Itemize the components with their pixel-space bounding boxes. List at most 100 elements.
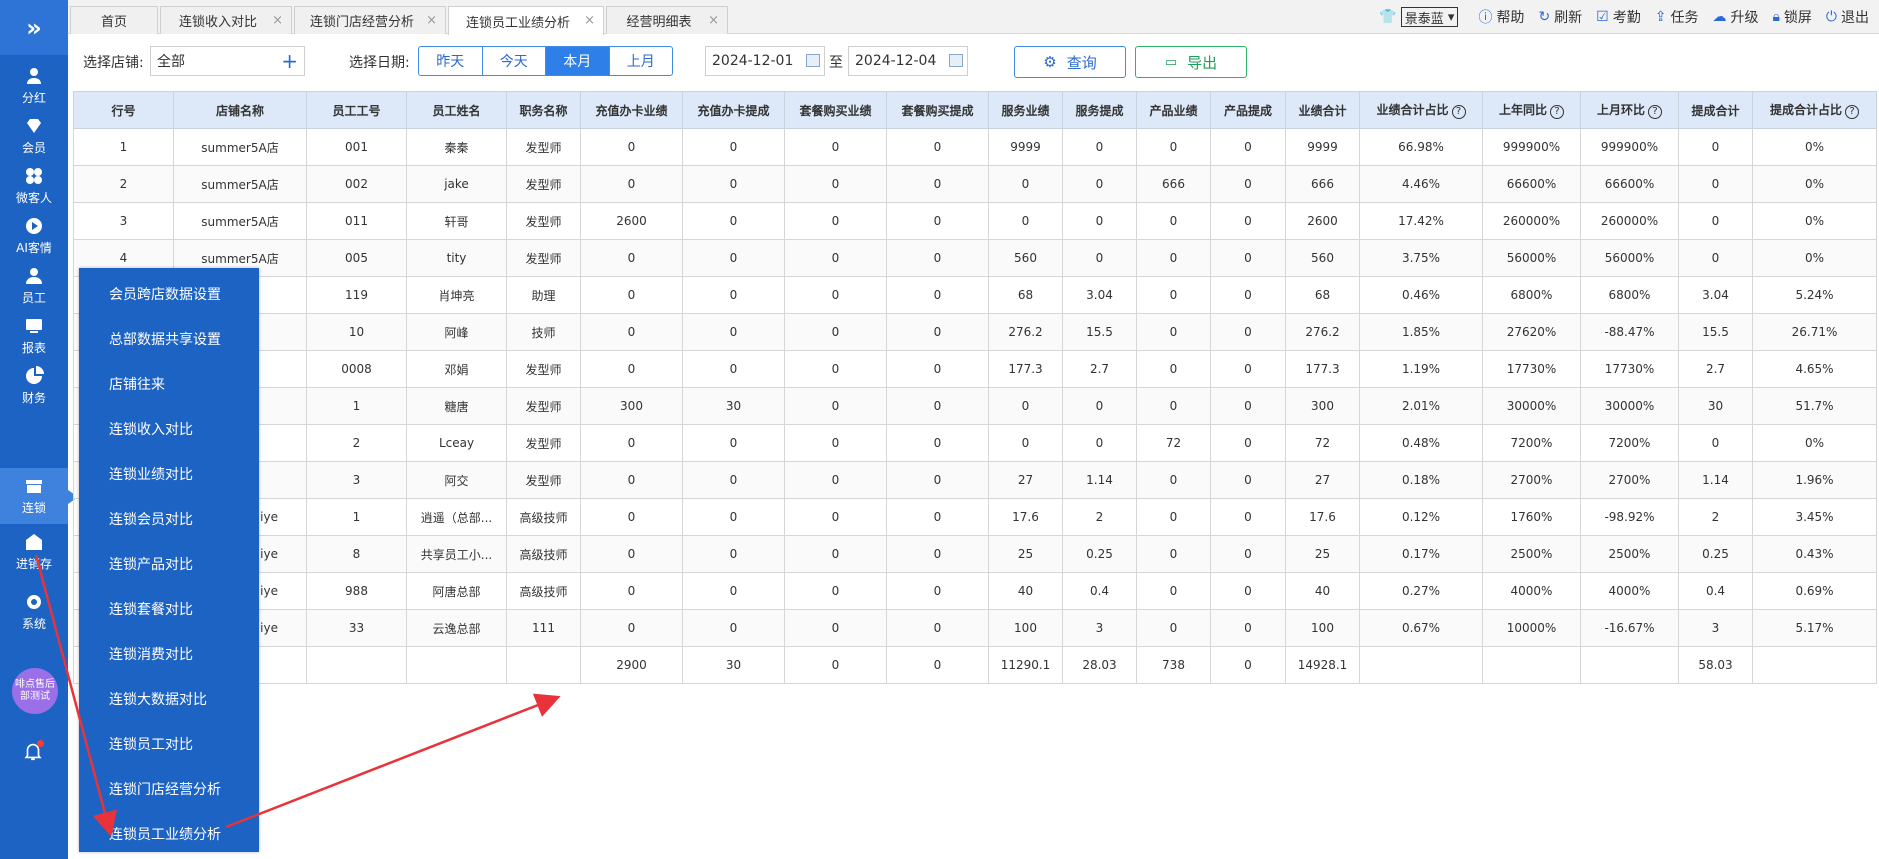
avatar[interactable]: 啡点售后部测试 [12,668,58,714]
start-date-input[interactable]: 2024-12-01 [705,46,825,76]
menu-item[interactable]: 连锁员工业绩分析 [79,811,259,856]
column-header[interactable]: 员工工号 [306,91,407,129]
table-row[interactable]: 2 Lceay 发型师 0 0 0 0 0 0 72 0 72 0.48% 7200% 7200% 0 0% [73,424,1877,462]
table-cell: 0 [1678,128,1753,166]
column-header[interactable]: 职务名称 [506,91,581,129]
column-header[interactable]: 行号 [73,91,174,129]
date-this-month-button[interactable]: 本月 [546,47,610,75]
date-last-month-button[interactable]: 上月 [610,47,673,75]
date-yesterday-button[interactable]: 昨天 [419,47,483,75]
refresh-button[interactable]: ↻ 刷新 [1538,7,1582,27]
column-header[interactable]: 上年同比? [1482,91,1581,129]
task-button[interactable]: ⇪ 任务 [1655,7,1699,27]
help-button[interactable]: ⓘ 帮助 [1478,7,1524,27]
column-header[interactable]: 套餐购买业绩 [784,91,887,129]
table-cell: 0 [1136,498,1211,536]
sidebar-item-4[interactable]: AI客情 [0,208,68,264]
query-button[interactable]: ⚙ 查询 [1014,46,1126,78]
close-icon[interactable]: × [708,13,719,28]
tab-3[interactable]: 连锁门店经营分析 × [294,6,446,34]
sidebar-item-8[interactable]: 连锁 [0,468,78,524]
close-icon[interactable]: × [272,13,283,28]
column-header[interactable]: 服务提成 [1062,91,1137,129]
logout-button[interactable]: ⏻ 退出 [1826,7,1869,27]
table-cell: 0 [886,313,989,351]
table-row[interactable]: 4 summer5A店 005 tity 发型师 0 0 0 0 560 0 0 0 560 3.75% 56… [73,239,1877,277]
column-header[interactable]: 提成合计占比? [1752,91,1877,129]
table-row[interactable]: 0008 邓娟 发型师 0 0 0 0 177.3 2.7 0 0 177.3 1.19% 17730% 1… [73,350,1877,388]
column-header[interactable]: 业绩合计占比? [1359,91,1483,129]
column-header[interactable]: 套餐购买提成 [886,91,989,129]
question-icon[interactable]: ? [1451,105,1466,119]
theme-select[interactable]: 景泰蓝 ▾ [1400,7,1459,27]
column-header[interactable]: 店铺名称 [173,91,307,129]
chain-submenu: 会员跨店数据设置 总部数据共享设置 店铺往来 连锁收入对比 连锁业绩对比 连锁会员对比 连锁… [79,268,259,852]
tab-4[interactable]: 连锁员工业绩分析 × [448,6,604,35]
column-header[interactable]: 服务业绩 [988,91,1063,129]
question-icon[interactable]: ? [1550,105,1564,119]
menu-item[interactable]: 连锁业绩对比 [79,451,259,496]
column-header[interactable]: 业绩合计 [1285,91,1360,129]
sidebar-item-10[interactable]: 系统 [0,584,68,640]
sidebar-item-2[interactable]: 会员 [0,108,68,164]
column-header[interactable]: 产品业绩 [1136,91,1211,129]
table-row[interactable]: iye 33 云逸总部 111 0 0 0 0 100 3 0 0 100 0.67% 10000% -16.… [73,609,1877,647]
menu-item[interactable]: 店铺往来 [79,361,259,406]
menu-item[interactable]: 连锁产品对比 [79,541,259,586]
question-icon[interactable]: ? [1648,105,1662,119]
date-today-button[interactable]: 今天 [483,47,546,75]
sidebar-item-6[interactable]: 报表 [0,308,68,364]
table-row[interactable]: 1 糖唐 发型师 300 30 0 0 0 0 0 0 300 2.01% 30000% 30000% 30 5… [73,387,1877,425]
column-header[interactable]: 提成合计 [1678,91,1753,129]
table-row[interactable]: 10 阿峰 技师 0 0 0 0 276.2 15.5 0 0 276.2 1.85% 27620% -88… [73,313,1877,351]
menu-item[interactable]: 连锁消费对比 [79,631,259,676]
lock-button[interactable]: 🔒︎ 锁屏 [1772,7,1811,27]
table-row[interactable]: 2 summer5A店 002 jake 发型师 0 0 0 0 0 0 666 0 666 4.46% 66… [73,165,1877,203]
menu-item[interactable]: 连锁门店经营分析 [79,766,259,811]
close-icon[interactable]: × [426,13,437,28]
table-cell: 0 [1210,646,1286,684]
attendance-button[interactable]: ☑ 考勤 [1596,7,1641,27]
tab-5[interactable]: 经营明细表 × [606,6,728,34]
table-row[interactable]: iye 988 阿唐总部 高级技师 0 0 0 0 40 0.4 0 0 40 0.27% 4000% 400… [73,572,1877,610]
column-header[interactable]: 充值办卡业绩 [580,91,683,129]
close-icon[interactable]: × [584,13,595,28]
column-header[interactable]: 上月环比? [1580,91,1679,129]
table-row[interactable]: 1 summer5A店 001 秦秦 发型师 0 0 0 0 9999 0 0 0 9999 66.98% 9… [73,128,1877,166]
question-icon[interactable]: ? [1845,105,1859,119]
table-row[interactable]: 119 肖坤亮 助理 0 0 0 0 68 3.04 0 0 68 0.46% 6800% 6800% 3.0… [73,276,1877,314]
menu-item[interactable]: 总部数据共享设置 [79,316,259,361]
table-row[interactable]: iye 8 共享员工小... 高级技师 0 0 0 0 25 0.25 0 0 25 0.17% 2500%… [73,535,1877,573]
upgrade-button[interactable]: ☁ 升级 [1712,7,1758,27]
table-row[interactable]: 3 summer5A店 011 轩哥 发型师 2600 0 0 0 0 0 0 0 2600 17.42% 2… [73,202,1877,240]
pie-chart-icon [26,366,44,384]
store-select-input[interactable]: 全部 + [150,46,305,76]
calendar-icon[interactable] [806,54,820,67]
column-header[interactable]: 员工姓名 [406,91,507,129]
plus-icon[interactable]: + [281,49,298,73]
menu-item[interactable]: 连锁收入对比 [79,406,259,451]
table-row[interactable]: iye 1 逍遥（总部... 高级技师 0 0 0 0 17.6 2 0 0 17.6 0.12% 1760… [73,498,1877,536]
calendar-icon[interactable] [949,54,963,67]
tab-2[interactable]: 连锁收入对比 × [160,6,292,34]
sidebar-item-3[interactable]: 微客人 [0,158,68,214]
sidebar-item-5[interactable]: 员工 [0,258,68,314]
end-date-input[interactable]: 2024-12-04 [848,46,968,76]
sidebar-item-1[interactable]: 分红 [0,58,68,114]
totals-row[interactable]: 2900 30 0 0 11290.1 28.03 738 0 14928.1 58.03 [73,646,1877,684]
menu-item[interactable]: 会员跨店数据设置 [79,271,259,316]
table-row[interactable]: 3 阿交 发型师 0 0 0 0 27 1.14 0 0 27 0.18% 2700% 2700% 1.14 1… [73,461,1877,499]
tab-1[interactable]: 首页 [70,6,158,34]
table-cell: 0 [682,350,785,388]
menu-item[interactable]: 连锁员工对比 [79,721,259,766]
menu-item[interactable]: 连锁套餐对比 [79,586,259,631]
double-chevron-right-icon[interactable]: » [0,0,68,55]
export-button[interactable]: ▭ 导出 [1135,46,1247,78]
menu-item[interactable]: 连锁会员对比 [79,496,259,541]
sidebar-item-9[interactable]: 进销存 [0,524,68,580]
column-header[interactable]: 产品提成 [1210,91,1286,129]
menu-item[interactable]: 连锁大数据对比 [79,676,259,721]
column-header[interactable]: 充值办卡提成 [682,91,785,129]
sidebar-item-7[interactable]: 财务 [0,358,68,414]
bell-icon[interactable] [22,740,46,764]
